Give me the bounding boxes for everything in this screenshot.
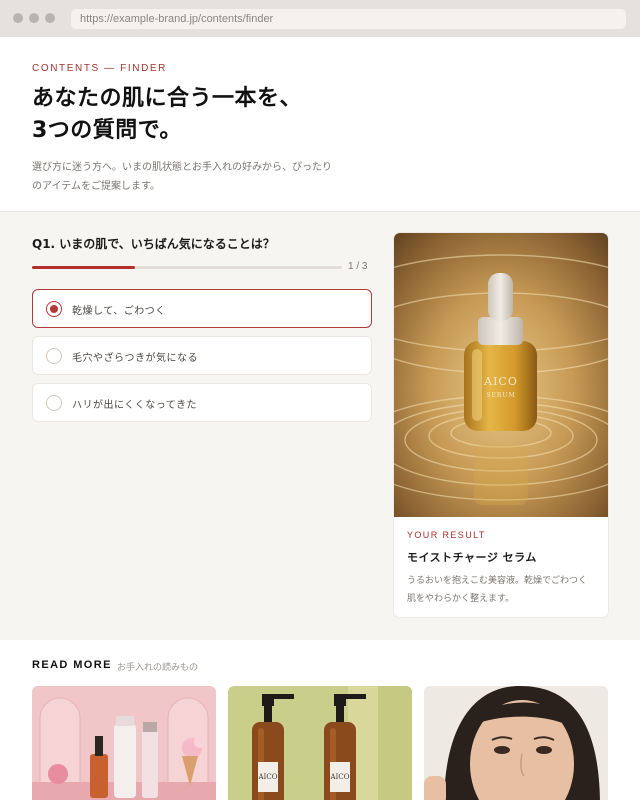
page-title-line-1: あなたの肌に合う一本を、: [32, 86, 303, 111]
finder-quiz: Q1. いまの肌で、いちばん気になることは？ 1 / 3 乾燥して、ごわつく 毛…: [0, 212, 640, 640]
radio-selected-icon[interactable]: [46, 301, 62, 317]
amber-pump-bottles-photo: AICO AICO: [228, 686, 412, 800]
radio-unselected-icon[interactable]: [46, 395, 62, 411]
quiz-option-dry[interactable]: 乾燥して、ごわつく: [32, 289, 372, 328]
read-more-subheading: お手入れの読みもの: [117, 663, 199, 673]
window-minimize-dot[interactable]: [29, 13, 39, 23]
article-card-1[interactable]: [32, 686, 216, 800]
quiz-progress-fill: [32, 266, 136, 269]
page-intro: 選び方に迷う方へ。いまの肌状態とお手入れの好みから、ぴったり のアイテムをご提案…: [32, 158, 352, 196]
page-header: CONTENTS — FINDER あなたの肌に合う一本を、 3つの質問で。 選…: [0, 37, 640, 212]
read-more-section: READ MORE お手入れの読みもの AICO AICO: [0, 640, 640, 800]
window-maximize-dot[interactable]: [45, 13, 55, 23]
result-eyebrow: YOUR RESULT: [407, 530, 486, 540]
article-card-2[interactable]: AICO AICO: [228, 686, 412, 800]
page-intro-line-2: のアイテムをご提案します。: [32, 181, 160, 192]
quiz-option-label: 毛穴やざらつきが気になる: [72, 353, 198, 364]
quiz-option-firmness[interactable]: ハリが出にくくなってきた: [32, 383, 372, 422]
page-intro-line-1: 選び方に迷う方へ。いまの肌状態とお手入れの好みから、ぴったり: [32, 162, 332, 173]
read-more-heading: READ MORE: [32, 659, 112, 671]
browser-chrome: https://example-brand.jp/contents/finder: [0, 0, 640, 37]
pink-skincare-products-photo: [32, 686, 216, 800]
quiz-option-label: 乾燥して、ごわつく: [72, 306, 166, 317]
quiz-option-label: ハリが出にくくなってきた: [72, 400, 197, 411]
serum-bottle-photo: AICO SERUM: [394, 233, 608, 517]
result-card[interactable]: AICO SERUM YOUR RESULT モイストチャージ セラム うるおい…: [394, 233, 608, 617]
result-product-name[interactable]: モイストチャージ セラム: [407, 549, 537, 565]
quiz-option-pores[interactable]: 毛穴やざらつきが気になる: [32, 336, 372, 375]
bottle-sub-text: SERUM: [486, 392, 515, 399]
result-description-line-1: うるおいを抱えこむ美容液。乾燥でごわつく: [407, 576, 588, 586]
result-description: うるおいを抱えこむ美容液。乾燥でごわつく 肌をやわらかく整えます。: [407, 572, 599, 608]
result-description-line-2: 肌をやわらかく整えます。: [407, 594, 515, 604]
bottle-brand-text: AICO: [330, 773, 350, 781]
bottle-brand-text: AICO: [483, 375, 518, 388]
bottle-brand-text: AICO: [258, 773, 278, 781]
article-card-3[interactable]: [424, 686, 608, 800]
quiz-question: Q1. いまの肌で、いちばん気になることは？: [32, 237, 275, 251]
quiz-progress-bar: [32, 266, 342, 269]
radio-unselected-icon[interactable]: [46, 348, 62, 364]
quiz-progress-count: 1 / 3: [348, 261, 368, 272]
window-close-dot[interactable]: [13, 13, 23, 23]
page-title-line-2: 3つの質問で。: [32, 118, 182, 143]
page-title: あなたの肌に合う一本を、 3つの質問で。: [32, 83, 302, 147]
section-eyebrow: CONTENTS — FINDER: [32, 63, 167, 74]
address-bar[interactable]: https://example-brand.jp/contents/finder: [71, 9, 626, 29]
woman-face-closeup-photo: [424, 686, 608, 800]
